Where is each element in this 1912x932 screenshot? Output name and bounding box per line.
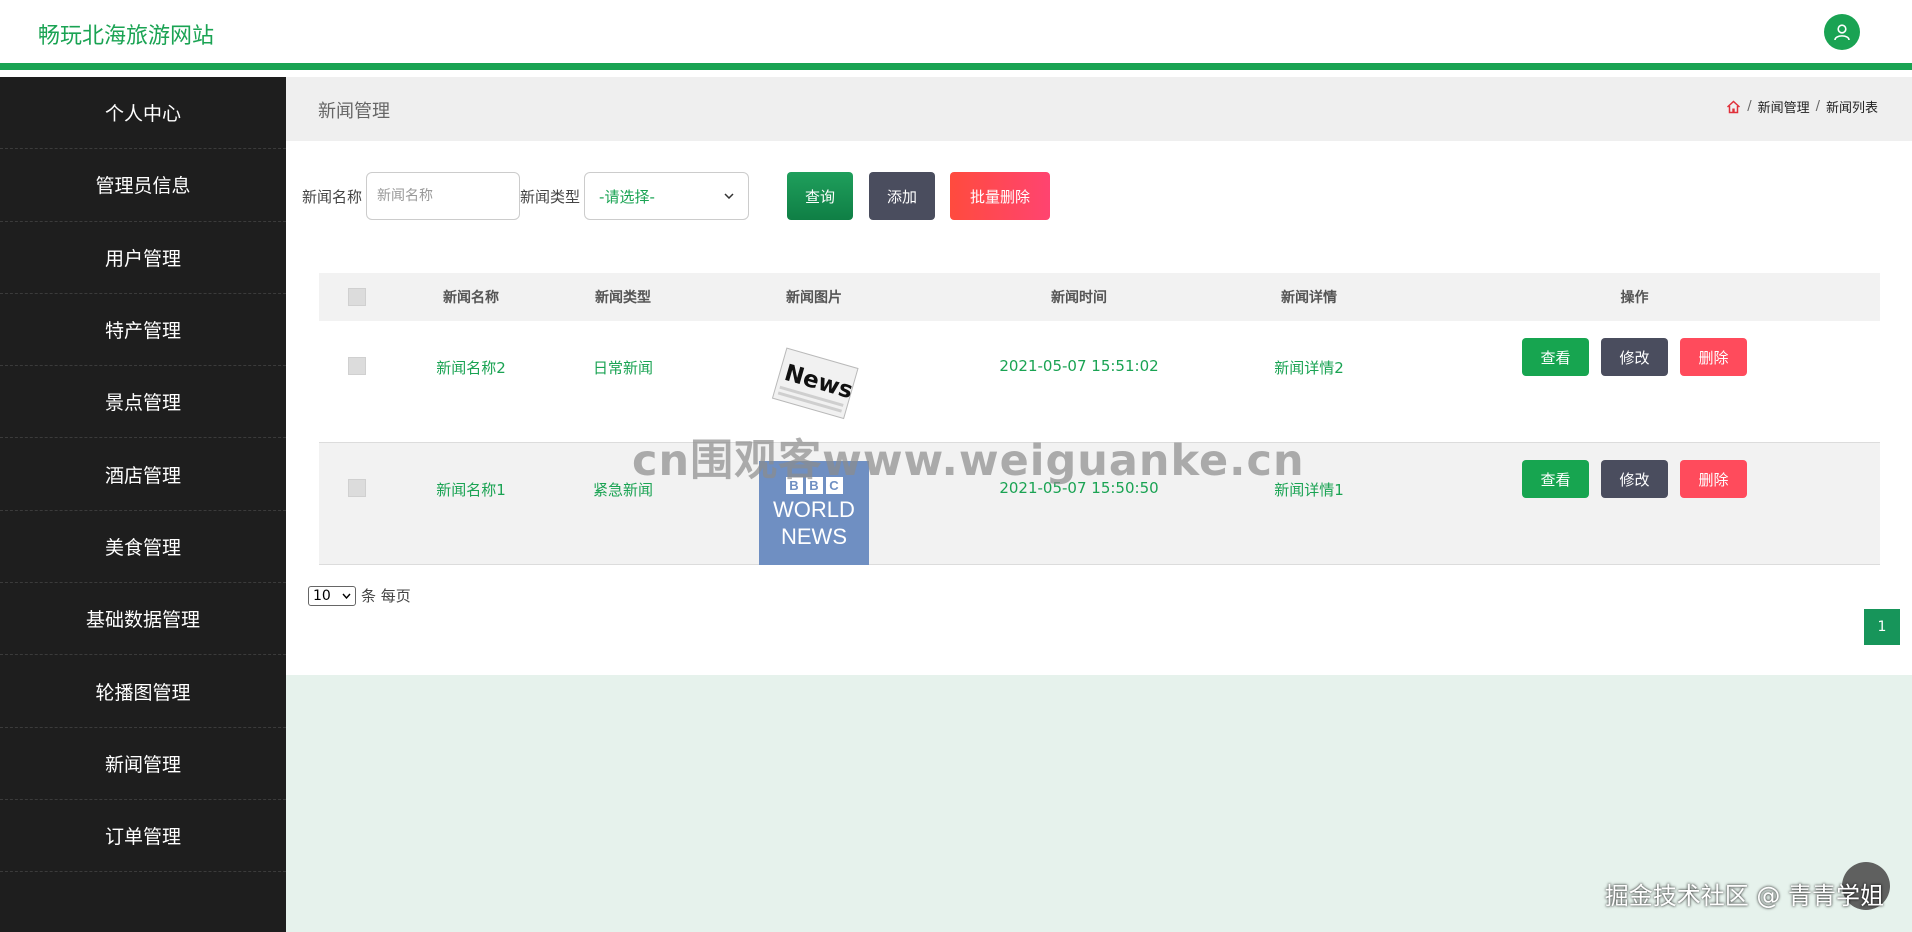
sidebar-item-user-management[interactable]: 用户管理	[0, 222, 286, 294]
news-time-cell: 2021-05-07 15:51:02	[999, 357, 1159, 375]
table-row: 新闻名称2 日常新闻 News 2021-05-07 15:51:02 新闻详情…	[319, 321, 1880, 443]
row-checkbox[interactable]	[348, 479, 366, 497]
header-news-image: 新闻图片	[786, 290, 842, 306]
site-title[interactable]: 畅玩北海旅游网站	[38, 18, 214, 50]
breadcrumb-separator: /	[1815, 99, 1820, 114]
sidebar-item-label: 特产管理	[104, 320, 181, 343]
user-icon	[1834, 24, 1850, 41]
news-type-cell: 日常新闻	[592, 359, 653, 377]
page-title: 新闻管理	[318, 101, 390, 122]
sidebar-item-label: 景点管理	[104, 392, 181, 415]
sidebar-item-personal-center[interactable]: 个人中心	[0, 77, 286, 150]
sidebar-item-label: 管理员信息	[95, 175, 191, 198]
sidebar-item-label: 酒店管理	[104, 464, 181, 487]
sidebar-item-label: 基础数据管理	[85, 609, 200, 632]
chevron-down-icon	[724, 193, 734, 199]
news-name-cell: 新闻名称1	[436, 481, 506, 499]
chevron-down-icon	[342, 593, 351, 599]
header-actions: 操作	[1620, 290, 1649, 306]
sidebar-menu: 个人中心 管理员信息 用户管理 特产管理 景点管理 酒店管理 美食管理 基础数据…	[0, 77, 286, 932]
batch-delete-button[interactable]: 批量删除	[950, 172, 1051, 220]
delete-button[interactable]: 删除	[1680, 460, 1747, 498]
sidebar-item-label: 美食管理	[104, 536, 181, 559]
breadcrumb-news-list: 新闻列表	[1825, 101, 1878, 116]
user-avatar[interactable]	[1824, 14, 1860, 50]
sidebar-item-label: 新闻管理	[104, 753, 181, 776]
news-type-selected: -请选择-	[599, 187, 655, 206]
table-header: 新闻名称 新闻类型 新闻图片 新闻时间 新闻详情 操作	[319, 273, 1880, 321]
search-bar: 新闻名称 新闻类型 -请选择- 查询 添加 批量删除	[302, 172, 1051, 220]
add-button[interactable]: 添加	[869, 172, 936, 220]
header-news-detail: 新闻详情	[1281, 290, 1337, 306]
page-header: 新闻管理 / 新闻管理 / 新闻列表	[286, 77, 1912, 141]
row-checkbox[interactable]	[348, 357, 366, 375]
sidebar-item-label: 轮播图管理	[95, 681, 191, 704]
news-thumbnail-text: NEWS	[781, 523, 847, 549]
watermark-corner: 掘金技术社区 @ 青青学姐	[1604, 882, 1884, 910]
sidebar-item-hotel-management[interactable]: 酒店管理	[0, 438, 286, 511]
page-size-select[interactable]: 10	[308, 585, 356, 606]
page-size-control: 10 条 每页	[308, 585, 411, 606]
sidebar-item-admin-info[interactable]: 管理员信息	[0, 149, 286, 222]
select-all-checkbox[interactable]	[348, 288, 366, 306]
content-panel: 新闻名称 新闻类型 -请选择- 查询 添加 批量删除 新闻名称 新闻类型 新闻图…	[286, 141, 1912, 675]
news-name-input[interactable]	[366, 172, 521, 220]
news-name-cell: 新闻名称2	[436, 359, 506, 377]
sidebar-item-news-management[interactable]: 新闻管理	[0, 728, 286, 800]
view-button[interactable]: 查看	[1522, 460, 1589, 498]
page-size-suffix: 条 每页	[361, 587, 411, 605]
home-icon[interactable]	[1726, 99, 1741, 114]
sidebar-item-base-data-management[interactable]: 基础数据管理	[0, 583, 286, 656]
news-type-select[interactable]: -请选择-	[584, 172, 750, 220]
sidebar-item-food-management[interactable]: 美食管理	[0, 511, 286, 584]
edit-button[interactable]: 修改	[1601, 460, 1668, 498]
news-detail-cell: 新闻详情2	[1274, 359, 1344, 377]
breadcrumb-news-management[interactable]: 新闻管理	[1758, 97, 1810, 116]
sidebar-item-specialty-management[interactable]: 特产管理	[0, 294, 286, 367]
news-type-label: 新闻类型	[520, 187, 581, 206]
watermark-center: cn围观客www.weiguanke.cn	[632, 436, 1305, 486]
breadcrumb: / 新闻管理 / 新闻列表	[1726, 97, 1878, 116]
main-content: 新闻管理 / 新闻管理 / 新闻列表 新闻名称 新闻类型 -请选择- 查询 添加…	[286, 77, 1912, 932]
query-button[interactable]: 查询	[787, 172, 854, 220]
breadcrumb-separator: /	[1747, 99, 1752, 114]
sidebar-item-label: 订单管理	[104, 826, 181, 849]
sidebar-item-scenic-management[interactable]: 景点管理	[0, 366, 286, 439]
edit-button[interactable]: 修改	[1601, 338, 1668, 376]
news-table: 新闻名称 新闻类型 新闻图片 新闻时间 新闻详情 操作 新闻名称2 日常新闻 N…	[319, 273, 1880, 565]
sidebar-item-order-management[interactable]: 订单管理	[0, 800, 286, 873]
header-news-type: 新闻类型	[595, 290, 651, 306]
top-bar: 畅玩北海旅游网站	[0, 0, 1912, 70]
header-news-name: 新闻名称	[443, 290, 499, 306]
page-size-value: 10	[313, 587, 331, 604]
sidebar-item-label: 个人中心	[104, 103, 181, 126]
view-button[interactable]: 查看	[1522, 338, 1589, 376]
news-name-label: 新闻名称	[302, 187, 363, 206]
news-thumbnail: News	[764, 339, 864, 429]
delete-button[interactable]: 删除	[1680, 338, 1747, 376]
page-number-current[interactable]: 1	[1864, 609, 1900, 645]
sidebar-item-carousel-management[interactable]: 轮播图管理	[0, 655, 286, 728]
header-news-time: 新闻时间	[1051, 290, 1107, 306]
news-thumbnail-text: WORLD	[773, 496, 855, 522]
sidebar-item-label: 用户管理	[104, 247, 181, 270]
